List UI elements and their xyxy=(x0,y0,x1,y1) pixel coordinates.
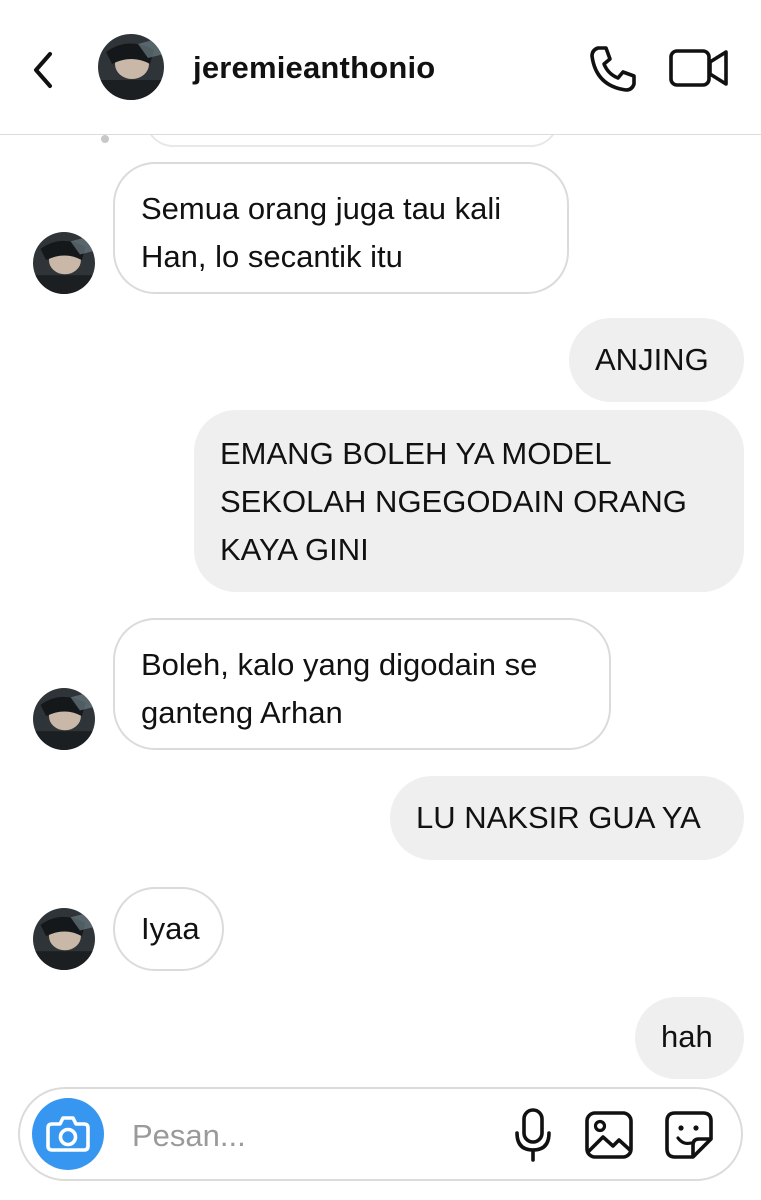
message-text: hah xyxy=(661,1019,713,1054)
microphone-icon xyxy=(515,1108,551,1162)
message-composer xyxy=(18,1087,743,1181)
message-bubble-outgoing[interactable]: hah xyxy=(635,997,744,1079)
voice-call-button[interactable] xyxy=(588,44,638,94)
message-text: Semua orang juga tau kali xyxy=(141,191,502,226)
chat-username[interactable]: jeremieanthonio xyxy=(193,50,435,86)
message-text: LU NAKSIR GUA YA xyxy=(416,800,701,835)
message-text: Iyaa xyxy=(141,911,200,946)
gallery-button[interactable] xyxy=(583,1109,635,1161)
camera-button[interactable] xyxy=(32,1098,104,1170)
back-button[interactable] xyxy=(28,50,60,90)
seen-indicator xyxy=(101,135,109,143)
previous-message-bubble xyxy=(145,135,559,147)
message-bubble-outgoing[interactable]: EMANG BOLEH YA MODEL SEKOLAH NGEGODAIN O… xyxy=(194,410,744,592)
message-bubble-incoming[interactable]: Iyaa xyxy=(113,887,224,971)
message-text: Han, lo secantik itu xyxy=(141,239,403,274)
avatar[interactable] xyxy=(98,34,164,100)
camera-icon xyxy=(46,1116,90,1152)
message-text: ANJING xyxy=(595,342,709,377)
video-camera-icon xyxy=(669,49,728,87)
gallery-icon xyxy=(585,1111,633,1159)
voice-message-button[interactable] xyxy=(513,1107,553,1163)
message-thread[interactable]: Semua orang juga tau kali Han, lo secant… xyxy=(0,135,761,1085)
message-text: EMANG BOLEH YA MODEL xyxy=(220,436,612,471)
message-bubble-incoming[interactable]: Boleh, kalo yang digodain se ganteng Arh… xyxy=(113,618,611,750)
avatar[interactable] xyxy=(33,232,95,294)
message-bubble-outgoing[interactable]: ANJING xyxy=(569,318,744,402)
message-bubble-incoming[interactable]: Semua orang juga tau kali Han, lo secant… xyxy=(113,162,569,294)
chat-header: jeremieanthonio xyxy=(0,0,761,135)
video-call-button[interactable] xyxy=(668,46,730,90)
message-input[interactable] xyxy=(130,1115,494,1157)
message-text: ganteng Arhan xyxy=(141,695,343,730)
chevron-left-icon xyxy=(34,52,52,88)
sticker-button[interactable] xyxy=(663,1109,715,1161)
message-text: SEKOLAH NGEGODAIN ORANG xyxy=(220,484,687,519)
avatar[interactable] xyxy=(33,908,95,970)
message-text: KAYA GINI xyxy=(220,532,369,567)
message-text: Boleh, kalo yang digodain se xyxy=(141,647,538,682)
sticker-icon xyxy=(665,1111,713,1159)
avatar[interactable] xyxy=(33,688,95,750)
message-bubble-outgoing[interactable]: LU NAKSIR GUA YA xyxy=(390,776,744,860)
phone-icon xyxy=(590,46,636,92)
